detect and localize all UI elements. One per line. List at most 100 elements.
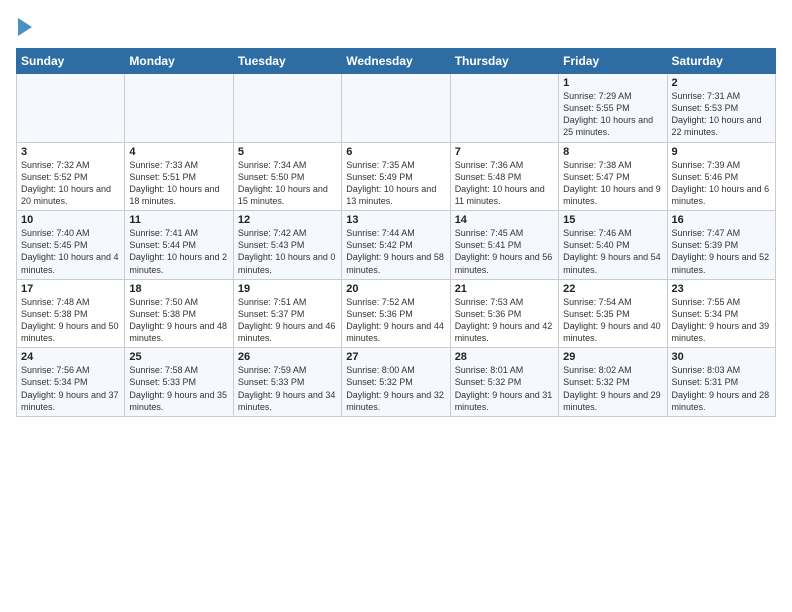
day-number: 26 (238, 351, 337, 363)
day-number: 1 (563, 77, 662, 89)
day-info: Sunrise: 7:44 AM Sunset: 5:42 PM Dayligh… (346, 227, 445, 276)
day-number: 6 (346, 146, 445, 158)
calendar-cell: 4Sunrise: 7:33 AM Sunset: 5:51 PM Daylig… (125, 142, 233, 211)
logo (16, 16, 32, 36)
day-number: 27 (346, 351, 445, 363)
day-info: Sunrise: 7:59 AM Sunset: 5:33 PM Dayligh… (238, 364, 337, 413)
calendar-cell: 20Sunrise: 7:52 AM Sunset: 5:36 PM Dayli… (342, 279, 450, 348)
day-info: Sunrise: 7:29 AM Sunset: 5:55 PM Dayligh… (563, 90, 662, 139)
day-info: Sunrise: 7:42 AM Sunset: 5:43 PM Dayligh… (238, 227, 337, 276)
calendar-cell: 23Sunrise: 7:55 AM Sunset: 5:34 PM Dayli… (667, 279, 775, 348)
day-info: Sunrise: 7:38 AM Sunset: 5:47 PM Dayligh… (563, 159, 662, 208)
day-info: Sunrise: 7:48 AM Sunset: 5:38 PM Dayligh… (21, 296, 120, 345)
day-number: 5 (238, 146, 337, 158)
day-number: 8 (563, 146, 662, 158)
weekday-header-thursday: Thursday (450, 49, 558, 74)
calendar-cell: 28Sunrise: 8:01 AM Sunset: 5:32 PM Dayli… (450, 348, 558, 417)
calendar-cell: 26Sunrise: 7:59 AM Sunset: 5:33 PM Dayli… (233, 348, 341, 417)
day-info: Sunrise: 8:03 AM Sunset: 5:31 PM Dayligh… (672, 364, 771, 413)
day-info: Sunrise: 7:52 AM Sunset: 5:36 PM Dayligh… (346, 296, 445, 345)
day-number: 29 (563, 351, 662, 363)
calendar-cell: 14Sunrise: 7:45 AM Sunset: 5:41 PM Dayli… (450, 211, 558, 280)
calendar-cell (125, 74, 233, 143)
day-info: Sunrise: 7:32 AM Sunset: 5:52 PM Dayligh… (21, 159, 120, 208)
day-info: Sunrise: 7:40 AM Sunset: 5:45 PM Dayligh… (21, 227, 120, 276)
day-number: 11 (129, 214, 228, 226)
weekday-header-friday: Friday (559, 49, 667, 74)
calendar-cell: 10Sunrise: 7:40 AM Sunset: 5:45 PM Dayli… (17, 211, 125, 280)
day-number: 13 (346, 214, 445, 226)
day-info: Sunrise: 7:56 AM Sunset: 5:34 PM Dayligh… (21, 364, 120, 413)
week-row-1: 1Sunrise: 7:29 AM Sunset: 5:55 PM Daylig… (17, 74, 776, 143)
day-number: 17 (21, 283, 120, 295)
day-info: Sunrise: 7:33 AM Sunset: 5:51 PM Dayligh… (129, 159, 228, 208)
day-info: Sunrise: 7:31 AM Sunset: 5:53 PM Dayligh… (672, 90, 771, 139)
calendar-cell: 1Sunrise: 7:29 AM Sunset: 5:55 PM Daylig… (559, 74, 667, 143)
calendar-cell: 9Sunrise: 7:39 AM Sunset: 5:46 PM Daylig… (667, 142, 775, 211)
calendar-cell: 11Sunrise: 7:41 AM Sunset: 5:44 PM Dayli… (125, 211, 233, 280)
day-number: 19 (238, 283, 337, 295)
day-info: Sunrise: 7:46 AM Sunset: 5:40 PM Dayligh… (563, 227, 662, 276)
calendar-cell: 18Sunrise: 7:50 AM Sunset: 5:38 PM Dayli… (125, 279, 233, 348)
calendar-cell: 16Sunrise: 7:47 AM Sunset: 5:39 PM Dayli… (667, 211, 775, 280)
calendar-cell: 5Sunrise: 7:34 AM Sunset: 5:50 PM Daylig… (233, 142, 341, 211)
day-info: Sunrise: 7:36 AM Sunset: 5:48 PM Dayligh… (455, 159, 554, 208)
calendar-cell: 25Sunrise: 7:58 AM Sunset: 5:33 PM Dayli… (125, 348, 233, 417)
day-info: Sunrise: 7:35 AM Sunset: 5:49 PM Dayligh… (346, 159, 445, 208)
day-number: 23 (672, 283, 771, 295)
day-info: Sunrise: 7:41 AM Sunset: 5:44 PM Dayligh… (129, 227, 228, 276)
day-number: 9 (672, 146, 771, 158)
day-info: Sunrise: 7:58 AM Sunset: 5:33 PM Dayligh… (129, 364, 228, 413)
calendar-cell: 22Sunrise: 7:54 AM Sunset: 5:35 PM Dayli… (559, 279, 667, 348)
day-info: Sunrise: 7:47 AM Sunset: 5:39 PM Dayligh… (672, 227, 771, 276)
day-number: 18 (129, 283, 228, 295)
calendar-cell: 6Sunrise: 7:35 AM Sunset: 5:49 PM Daylig… (342, 142, 450, 211)
day-number: 21 (455, 283, 554, 295)
day-number: 14 (455, 214, 554, 226)
day-number: 28 (455, 351, 554, 363)
weekday-header-tuesday: Tuesday (233, 49, 341, 74)
calendar-cell: 19Sunrise: 7:51 AM Sunset: 5:37 PM Dayli… (233, 279, 341, 348)
calendar-cell: 24Sunrise: 7:56 AM Sunset: 5:34 PM Dayli… (17, 348, 125, 417)
day-info: Sunrise: 7:51 AM Sunset: 5:37 PM Dayligh… (238, 296, 337, 345)
calendar-cell: 29Sunrise: 8:02 AM Sunset: 5:32 PM Dayli… (559, 348, 667, 417)
day-number: 2 (672, 77, 771, 89)
day-number: 20 (346, 283, 445, 295)
day-number: 4 (129, 146, 228, 158)
calendar-cell: 30Sunrise: 8:03 AM Sunset: 5:31 PM Dayli… (667, 348, 775, 417)
day-number: 16 (672, 214, 771, 226)
logo-arrow-icon (18, 18, 32, 36)
day-info: Sunrise: 7:45 AM Sunset: 5:41 PM Dayligh… (455, 227, 554, 276)
calendar-cell (342, 74, 450, 143)
week-row-2: 3Sunrise: 7:32 AM Sunset: 5:52 PM Daylig… (17, 142, 776, 211)
header (16, 16, 776, 36)
day-info: Sunrise: 8:02 AM Sunset: 5:32 PM Dayligh… (563, 364, 662, 413)
calendar-cell: 2Sunrise: 7:31 AM Sunset: 5:53 PM Daylig… (667, 74, 775, 143)
calendar-cell: 15Sunrise: 7:46 AM Sunset: 5:40 PM Dayli… (559, 211, 667, 280)
day-number: 15 (563, 214, 662, 226)
calendar-cell (17, 74, 125, 143)
week-row-5: 24Sunrise: 7:56 AM Sunset: 5:34 PM Dayli… (17, 348, 776, 417)
day-info: Sunrise: 8:00 AM Sunset: 5:32 PM Dayligh… (346, 364, 445, 413)
weekday-header-wednesday: Wednesday (342, 49, 450, 74)
page: SundayMondayTuesdayWednesdayThursdayFrid… (0, 0, 792, 433)
calendar-cell: 17Sunrise: 7:48 AM Sunset: 5:38 PM Dayli… (17, 279, 125, 348)
day-number: 30 (672, 351, 771, 363)
calendar-cell: 3Sunrise: 7:32 AM Sunset: 5:52 PM Daylig… (17, 142, 125, 211)
day-number: 22 (563, 283, 662, 295)
calendar-cell: 21Sunrise: 7:53 AM Sunset: 5:36 PM Dayli… (450, 279, 558, 348)
calendar-cell (450, 74, 558, 143)
week-row-4: 17Sunrise: 7:48 AM Sunset: 5:38 PM Dayli… (17, 279, 776, 348)
calendar-cell: 8Sunrise: 7:38 AM Sunset: 5:47 PM Daylig… (559, 142, 667, 211)
weekday-header-sunday: Sunday (17, 49, 125, 74)
day-number: 10 (21, 214, 120, 226)
day-number: 12 (238, 214, 337, 226)
day-info: Sunrise: 7:54 AM Sunset: 5:35 PM Dayligh… (563, 296, 662, 345)
calendar-cell: 12Sunrise: 7:42 AM Sunset: 5:43 PM Dayli… (233, 211, 341, 280)
day-info: Sunrise: 7:53 AM Sunset: 5:36 PM Dayligh… (455, 296, 554, 345)
calendar-cell: 27Sunrise: 8:00 AM Sunset: 5:32 PM Dayli… (342, 348, 450, 417)
day-info: Sunrise: 8:01 AM Sunset: 5:32 PM Dayligh… (455, 364, 554, 413)
calendar-cell: 7Sunrise: 7:36 AM Sunset: 5:48 PM Daylig… (450, 142, 558, 211)
week-row-3: 10Sunrise: 7:40 AM Sunset: 5:45 PM Dayli… (17, 211, 776, 280)
day-info: Sunrise: 7:55 AM Sunset: 5:34 PM Dayligh… (672, 296, 771, 345)
